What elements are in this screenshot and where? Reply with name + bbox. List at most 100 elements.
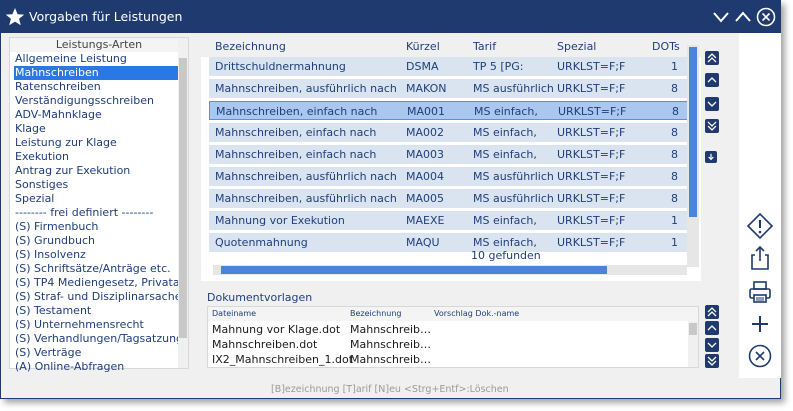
table-row[interactable]: Mahnung vor Exekution MAEXE MS einfach, URK…	[209, 211, 689, 230]
cell-bezeichnung: Mahnschreiben, einfach nach	[215, 148, 377, 161]
list-item[interactable]: Verständigungsschreiben	[14, 94, 179, 108]
move-bottom-button[interactable]	[705, 119, 719, 133]
list-item[interactable]: Leistung zur Klage	[14, 136, 179, 150]
leistungs-arten-list[interactable]: Leistungs-Arten Allgemeine Leistung Mahns…	[9, 37, 189, 373]
cell-tarif: MS einfach,	[473, 126, 537, 139]
cell-spezial: URKLST=F;F	[557, 214, 626, 227]
warning-icon[interactable]	[747, 213, 773, 239]
star-icon	[5, 8, 25, 26]
cell-kuerzel: MA003	[406, 148, 445, 161]
list-item[interactable]: Klage	[14, 122, 179, 136]
doc-move-top-button[interactable]	[705, 305, 719, 319]
list-item[interactable]: (S) Grundbuch	[14, 234, 179, 248]
list-item[interactable]: Allgemeine Leistung	[14, 52, 179, 66]
documents-body: Mahnung vor Klage.dot Mahnschreib… Mahnsch…	[208, 321, 698, 366]
sort-button[interactable]	[705, 151, 717, 163]
list-item[interactable]: Mahnschreiben	[14, 66, 179, 80]
printer-icon[interactable]	[747, 279, 773, 305]
table-row[interactable]: Mahnschreiben, einfach nach MA001 MS einfa…	[209, 101, 689, 120]
cell-tarif: MS einfach,	[473, 236, 537, 249]
document-row[interactable]: Mahnschreiben.dot Mahnschreib…	[208, 336, 698, 351]
share-icon[interactable]	[747, 245, 773, 271]
arrow-down-icon	[708, 153, 714, 161]
col-bezeichnung[interactable]: Bezeichnung	[215, 40, 286, 53]
doc-move-down-button[interactable]	[705, 338, 719, 352]
cell-bezeichnung: Mahnschreiben, einfach nach	[216, 105, 378, 118]
list-item[interactable]: (S) Insolvenz	[14, 248, 179, 262]
list: Allgemeine Leistung Mahnschreiben Ratensch…	[10, 52, 188, 374]
cell-dateiname: Mahnung vor Klage.dot	[212, 323, 341, 336]
chevron-up-icon[interactable]	[733, 7, 753, 27]
list-item[interactable]: (S) Unternehmensrecht	[14, 318, 179, 332]
col-vorschlag[interactable]: Vorschlag Dok.-name	[434, 309, 519, 318]
grid-hscrollbar[interactable]	[213, 265, 687, 275]
scroll-thumb[interactable]	[221, 266, 607, 274]
list-item[interactable]: Ratenschreiben	[14, 80, 179, 94]
table-row[interactable]: Quotenmahnung MAQU MS einfach, URKLST=F;F 1	[209, 233, 689, 252]
double-chevron-down-icon	[707, 356, 717, 366]
list-item[interactable]: (S) Straf- und Disziplinarsachen	[14, 290, 179, 304]
cell-tarif: TP 5 [PG:	[473, 60, 524, 73]
table-row[interactable]: Mahnschreiben, einfach nach MA002 MS einfa…	[209, 123, 689, 142]
scroll-thumb[interactable]	[689, 47, 697, 217]
list-item[interactable]: Antrag zur Exekution	[14, 164, 179, 178]
cell-bezeichnung: Mahnung vor Exekution	[215, 214, 345, 227]
grid-header: Bezeichnung Kürzel Tarif Spezial DOTs	[201, 37, 701, 57]
leistungen-grid: Bezeichnung Kürzel Tarif Spezial DOTs Dr…	[201, 37, 701, 281]
cell-kuerzel: MAEXE	[406, 214, 445, 227]
list-item[interactable]: Sonstiges	[14, 178, 179, 192]
list-item[interactable]: (S) Testament	[14, 304, 179, 318]
table-row[interactable]: Drittschuldnermahnung DSMA TP 5 [PG: URKLST…	[209, 57, 689, 76]
col-spezial[interactable]: Spezial	[557, 40, 596, 53]
cell-spezial: URKLST=F;F	[557, 126, 626, 139]
col-bezeichnung[interactable]: Bezeichnung	[350, 309, 402, 318]
document-row[interactable]: IX2_Mahnschreiben_1.dot Mahnschreib…	[208, 351, 698, 366]
cell-spezial: URKLST=F;F	[557, 170, 626, 183]
plus-icon[interactable]	[747, 311, 773, 337]
close-circle-icon[interactable]	[756, 7, 776, 27]
list-item[interactable]: Exekution	[14, 150, 179, 164]
table-row[interactable]: Mahnschreiben, ausführlich nach MA004 MS a…	[209, 167, 689, 186]
list-item[interactable]: (A) Online-Abfragen	[14, 360, 179, 374]
scroll-thumb[interactable]	[179, 58, 187, 338]
list-item[interactable]: (S) Firmenbuch	[14, 220, 179, 234]
col-dots[interactable]: DOTs	[652, 40, 680, 53]
list-item[interactable]: (S) Schriftsätze/Anträge etc.	[14, 262, 179, 276]
list-item[interactable]: (S) Verträge	[14, 346, 179, 360]
move-down-button[interactable]	[705, 97, 719, 111]
cell-spezial: URKLST=F;F	[557, 82, 626, 95]
grid-vscrollbar[interactable]	[687, 45, 699, 267]
found-count: 10 gefunden	[471, 249, 541, 262]
col-dateiname[interactable]: Dateiname	[212, 309, 256, 318]
col-kuerzel[interactable]: Kürzel	[406, 40, 440, 53]
double-chevron-up-icon	[707, 307, 717, 317]
col-tarif[interactable]: Tarif	[473, 40, 496, 53]
doc-move-bottom-button[interactable]	[705, 354, 719, 368]
documents-scrollbar[interactable]	[688, 321, 698, 367]
doc-move-up-button[interactable]	[705, 321, 719, 335]
cell-spezial: URKLST=F;F	[557, 60, 626, 73]
list-item[interactable]: Spezial	[14, 192, 179, 206]
list-item[interactable]: ADV-Mahnklage	[14, 108, 179, 122]
table-row[interactable]: Mahnschreiben, einfach nach MA003 MS einfa…	[209, 145, 689, 164]
list-item[interactable]: (S) TP4 Mediengesetz, Privatanklage	[14, 276, 179, 290]
move-up-button[interactable]	[705, 73, 719, 87]
document-row[interactable]: Mahnung vor Klage.dot Mahnschreib…	[208, 321, 698, 336]
scroll-thumb[interactable]	[689, 323, 697, 335]
cell-dateiname: Mahnschreiben.dot	[212, 338, 318, 351]
list-item[interactable]: -------- frei definiert --------	[14, 206, 179, 220]
list-item[interactable]: (S) Verhandlungen/Tagsatzungen	[14, 332, 179, 346]
cancel-circle-icon[interactable]	[747, 343, 773, 369]
cell-kuerzel: MA005	[406, 192, 445, 205]
chevron-down-icon[interactable]	[711, 7, 731, 27]
table-row[interactable]: Mahnschreiben, ausführlich nach MAKON MS a…	[209, 79, 689, 98]
cell-tarif: MS ausführlich,	[473, 170, 553, 183]
table-row[interactable]: Mahnschreiben, ausführlich nach MA005 MS a…	[209, 189, 689, 208]
list-scrollbar[interactable]	[178, 38, 188, 368]
move-top-button[interactable]	[705, 51, 719, 65]
chevron-up-icon	[707, 325, 717, 331]
cell-bezeichnung: Mahnschreib…	[350, 338, 432, 351]
documents-label: Dokumentvorlagen	[207, 291, 313, 304]
cell-tarif: MS einfach,	[474, 105, 538, 118]
cell-bezeichnung: Mahnschreib…	[350, 323, 432, 336]
